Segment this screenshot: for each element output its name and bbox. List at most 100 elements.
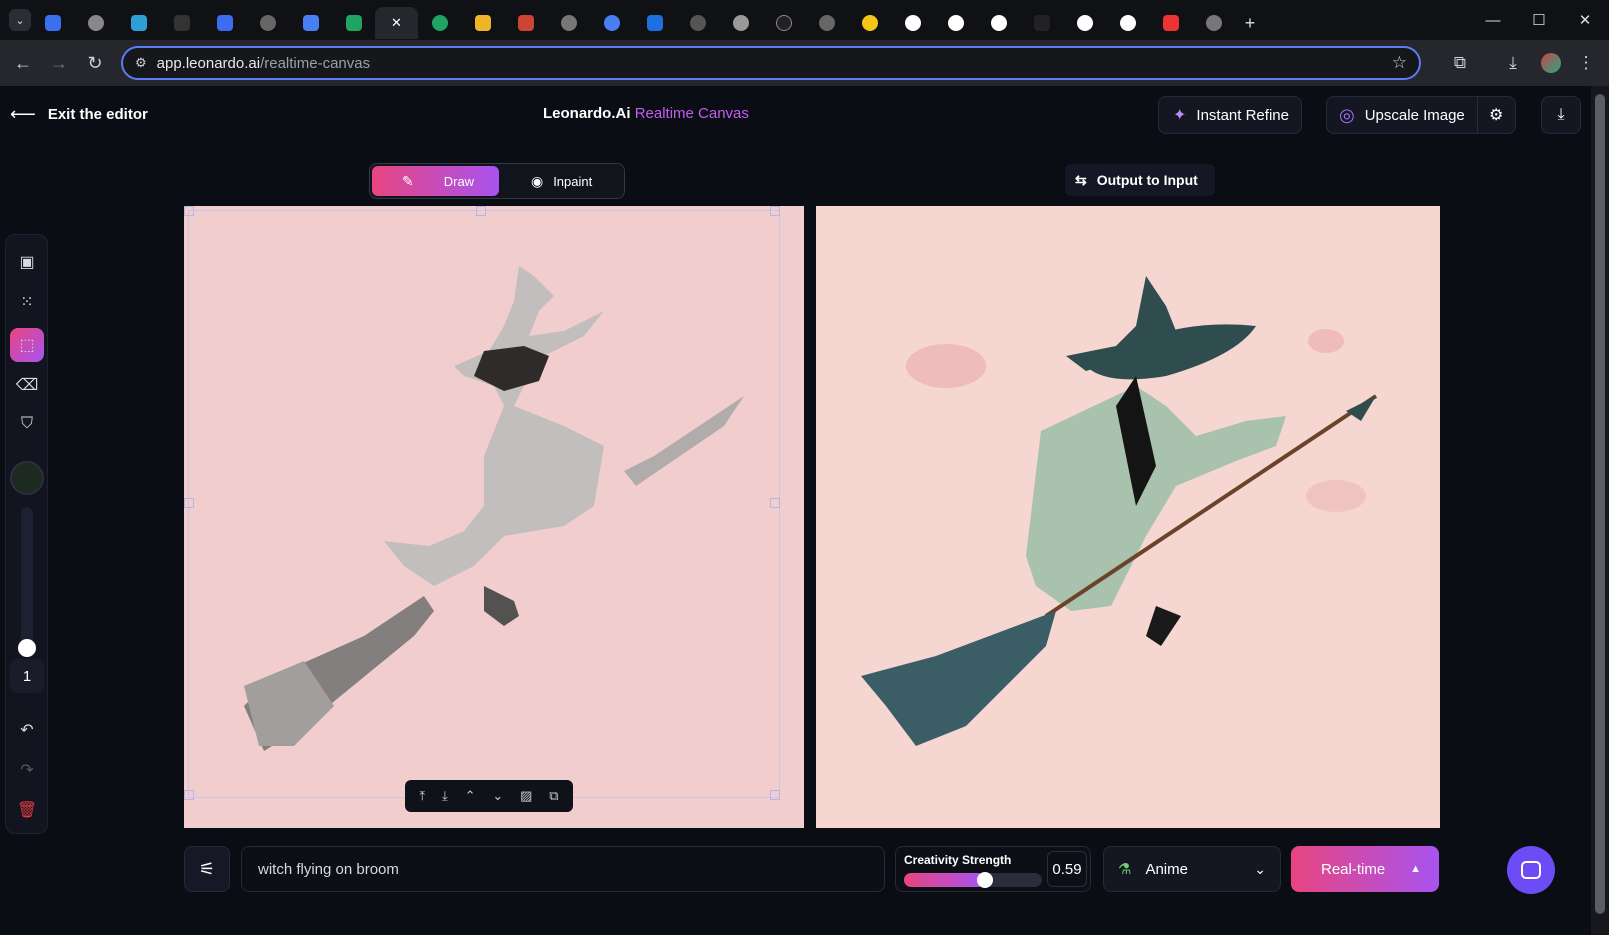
browser-tab[interactable] <box>934 7 977 39</box>
browser-tab[interactable] <box>1149 7 1192 39</box>
browser-tab[interactable] <box>504 7 547 39</box>
maximize-button[interactable]: ☐ <box>1516 0 1562 40</box>
scrollbar-thumb[interactable] <box>1595 94 1605 914</box>
browser-tab[interactable] <box>289 7 332 39</box>
exit-editor-button[interactable]: ⟵ Exit the editor <box>10 104 148 125</box>
browser-menu-icon[interactable]: ⋮ <box>1571 48 1601 78</box>
exit-editor-label: Exit the editor <box>47 106 148 123</box>
resize-handle[interactable] <box>184 498 194 508</box>
resize-handle[interactable] <box>476 206 486 216</box>
hatch-icon[interactable]: ▨ <box>520 788 532 804</box>
reload-icon[interactable]: ↻ <box>77 45 113 81</box>
browser-tab[interactable] <box>74 7 117 39</box>
slider-thumb[interactable] <box>18 639 36 657</box>
prompt-text: witch flying on broom <box>258 860 399 878</box>
url-path: /realtime-canvas <box>260 54 371 72</box>
upscale-icon: ◎ <box>1339 104 1355 125</box>
browser-tab[interactable] <box>676 7 719 39</box>
select-tool-icon[interactable]: ⬚ <box>10 328 44 362</box>
browser-tab[interactable] <box>762 7 805 39</box>
browser-tab[interactable] <box>31 7 74 39</box>
style-dropdown[interactable]: ⚗ Anime ⌄ <box>1103 846 1281 892</box>
caret-up-icon[interactable]: ▲ <box>1410 863 1421 875</box>
browser-tab[interactable] <box>246 7 289 39</box>
chat-support-button[interactable] <box>1507 846 1555 894</box>
browser-tab[interactable] <box>418 7 461 39</box>
browser-tab[interactable] <box>891 7 934 39</box>
instant-refine-button[interactable]: ✦ Instant Refine <box>1158 96 1302 134</box>
inpaint-label: Inpaint <box>553 173 593 189</box>
upscale-image-button[interactable]: ◎ Upscale Image ⚙ <box>1326 96 1516 134</box>
resize-handle[interactable] <box>770 790 780 800</box>
duplicate-icon[interactable]: ⧉ <box>549 788 558 804</box>
page-title: Leonardo.Ai Realtime Canvas <box>543 105 749 122</box>
input-canvas[interactable] <box>184 206 804 828</box>
browser-tab[interactable] <box>1192 7 1235 39</box>
creativity-slider[interactable] <box>904 872 1042 888</box>
window-close-button[interactable]: ✕ <box>1562 0 1608 40</box>
brush-color-swatch[interactable] <box>10 461 44 495</box>
prompt-input[interactable]: witch flying on broom <box>241 846 885 892</box>
resize-handle[interactable] <box>770 498 780 508</box>
browser-tab[interactable] <box>1020 7 1063 39</box>
downloads-icon[interactable]: ⤓ <box>1498 48 1528 78</box>
draw-mode-button[interactable]: ✎ Draw <box>372 166 499 196</box>
extensions-icon[interactable]: ⧉ <box>1445 48 1475 78</box>
browser-tab[interactable] <box>547 7 590 39</box>
browser-tab[interactable] <box>1106 7 1149 39</box>
resize-handle[interactable] <box>770 206 780 216</box>
resize-handle[interactable] <box>184 790 194 800</box>
browser-tab[interactable] <box>633 7 676 39</box>
bookmark-star-icon[interactable]: ☆ <box>1392 53 1407 73</box>
eraser-icon[interactable]: ⌫ <box>10 368 44 402</box>
resize-handle[interactable] <box>184 206 194 216</box>
send-to-back-icon[interactable]: ⤓ <box>442 788 448 804</box>
sparkle-icon: ✦ <box>1173 107 1187 124</box>
tab-search-button[interactable]: ⌄ <box>9 9 31 31</box>
browser-tab[interactable] <box>719 7 762 39</box>
trash-icon[interactable]: 🗑 <box>10 793 44 827</box>
inpaint-mode-button[interactable]: ◉ Inpaint <box>499 166 622 196</box>
browser-tab[interactable] <box>160 7 203 39</box>
brush-size-slider[interactable] <box>18 507 36 657</box>
site-info-icon[interactable]: ⚙ <box>135 55 147 71</box>
generation-settings-button[interactable]: ⚟ <box>184 846 230 892</box>
url-field[interactable]: ⚙ app.leonardo.ai/realtime-canvas ☆ <box>121 46 1421 80</box>
add-image-icon[interactable]: ▣ <box>10 245 44 279</box>
browser-tab[interactable] <box>332 7 375 39</box>
browser-tab[interactable] <box>805 7 848 39</box>
instant-refine-label: Instant Refine <box>1196 106 1289 124</box>
bring-to-front-icon[interactable]: ⤒ <box>419 788 425 804</box>
redo-icon[interactable]: ↷ <box>10 753 44 787</box>
chevron-down-icon: ⌄ <box>1254 860 1266 877</box>
browser-tab[interactable] <box>1063 7 1106 39</box>
download-button[interactable]: ⤓ <box>1541 96 1581 134</box>
realtime-button[interactable]: Real-time ▲ <box>1291 846 1439 892</box>
creativity-slider-thumb[interactable] <box>977 872 994 888</box>
browser-tab[interactable] <box>203 7 246 39</box>
bring-forward-icon[interactable]: ⌃ <box>465 788 476 804</box>
forward-arrow-icon[interactable]: → <box>41 45 77 81</box>
send-backward-icon[interactable]: ⌄ <box>492 788 503 804</box>
browser-tab[interactable] <box>848 7 891 39</box>
minimize-button[interactable]: — <box>1470 0 1516 40</box>
gear-icon[interactable]: ⚙ <box>1489 105 1503 125</box>
browser-tab-active[interactable]: ✕ <box>375 7 418 39</box>
profile-avatar[interactable] <box>1536 48 1566 78</box>
grid-dots-icon[interactable]: ⁙ <box>10 285 44 319</box>
selection-box[interactable] <box>188 210 780 798</box>
mode-toggle: ✎ Draw ◉ Inpaint <box>369 163 625 199</box>
back-arrow-icon[interactable]: ← <box>5 45 41 81</box>
browser-tab[interactable] <box>977 7 1020 39</box>
new-tab-button[interactable]: + <box>1235 7 1265 39</box>
paint-bucket-icon[interactable]: ⛉ <box>10 407 44 441</box>
browser-address-bar: ← → ↻ ⚙ app.leonardo.ai/realtime-canvas … <box>0 40 1609 86</box>
browser-tab[interactable] <box>461 7 504 39</box>
browser-tab[interactable] <box>590 7 633 39</box>
page-scrollbar[interactable] <box>1591 86 1609 935</box>
output-to-input-button[interactable]: ⇆ Output to Input <box>1065 164 1215 196</box>
browser-tab[interactable] <box>117 7 160 39</box>
close-icon[interactable]: ✕ <box>391 15 402 31</box>
undo-icon[interactable]: ↶ <box>10 713 44 747</box>
creativity-value[interactable]: 0.59 <box>1047 851 1087 887</box>
